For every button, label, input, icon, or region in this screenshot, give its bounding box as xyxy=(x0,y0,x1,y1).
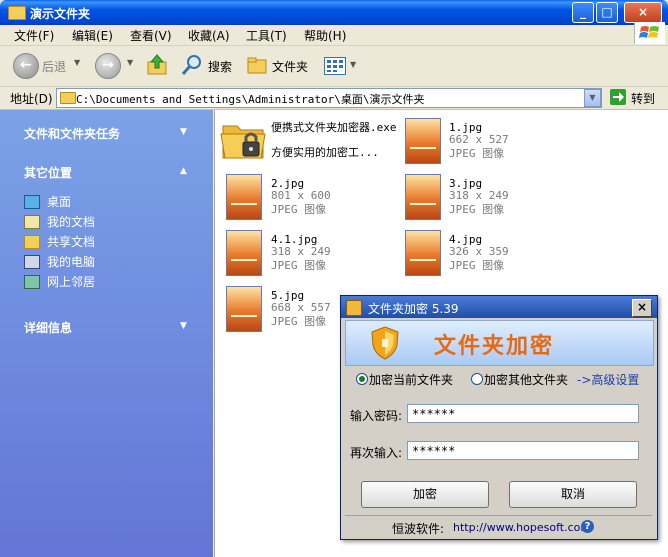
other-places-collapse-icon[interactable]: ▲ xyxy=(180,166,187,176)
tasks-section-title[interactable]: 文件和文件夹任务 xyxy=(24,125,120,142)
menubar: 文件(F) 编辑(E) 查看(V) 收藏(A) 工具(T) 帮助(H) xyxy=(0,25,668,46)
dialog-banner: 文件夹加密 xyxy=(345,320,654,366)
jpeg-file-icon[interactable] xyxy=(405,230,441,276)
advanced-settings-link[interactable]: ->高级设置 xyxy=(577,371,639,388)
jpeg-file-icon[interactable] xyxy=(226,230,262,276)
confirm-password-input[interactable]: ****** xyxy=(407,441,639,460)
menu-help[interactable]: 帮助(H) xyxy=(304,27,346,44)
place-my-documents[interactable]: 我的文档 xyxy=(47,213,95,230)
folder-icon xyxy=(8,6,26,20)
dialog-title: 文件夹加密 5.39 xyxy=(368,302,459,316)
search-button-label[interactable]: 搜索 xyxy=(208,58,232,75)
menu-file[interactable]: 文件(F) xyxy=(14,27,54,44)
menu-favorites[interactable]: 收藏(A) xyxy=(188,27,230,44)
file-description: 方便实用的加密工... xyxy=(271,146,379,159)
forward-arrow-icon[interactable]: → xyxy=(95,53,121,79)
search-icon[interactable] xyxy=(180,53,204,77)
network-places-icon xyxy=(24,275,40,289)
menu-tools[interactable]: 工具(T) xyxy=(246,27,287,44)
views-dropdown-icon[interactable]: ▼ xyxy=(350,60,356,69)
back-arrow-icon[interactable]: ← xyxy=(13,53,39,79)
dialog-close-button[interactable]: × xyxy=(632,299,652,317)
close-button[interactable]: × xyxy=(624,2,662,23)
menu-view[interactable]: 查看(V) xyxy=(130,27,172,44)
radio-encrypt-current-label[interactable]: 加密当前文件夹 xyxy=(369,371,453,388)
windows-logo-icon xyxy=(634,22,665,44)
banner-title: 文件夹加密 xyxy=(434,334,555,359)
address-dropdown-icon[interactable]: ▼ xyxy=(584,89,601,107)
footer-website-link[interactable]: http://www.hopesoft.com xyxy=(453,521,591,534)
go-button-label[interactable]: 转到 xyxy=(631,90,655,107)
my-documents-icon xyxy=(24,215,40,229)
address-folder-icon xyxy=(60,92,76,104)
folders-button-label[interactable]: 文件夹 xyxy=(272,58,308,75)
maximize-button[interactable]: □ xyxy=(596,2,618,23)
minimize-button[interactable]: _ xyxy=(572,2,594,23)
shield-icon xyxy=(370,326,400,360)
confirm-password-label: 再次输入: xyxy=(350,446,403,460)
address-path[interactable]: C:\Documents and Settings\Administrator\… xyxy=(76,91,425,107)
window-titlebar[interactable]: 演示文件夹 _ □ × xyxy=(0,0,668,25)
details-collapse-icon[interactable]: ▼ xyxy=(180,321,187,331)
radio-encrypt-current[interactable] xyxy=(356,373,368,385)
file-type: JPEG 图像 xyxy=(271,259,327,272)
folders-icon[interactable] xyxy=(246,55,268,75)
help-icon[interactable]: ? xyxy=(581,520,594,533)
tasks-collapse-icon[interactable]: ▼ xyxy=(180,127,187,137)
password-label: 输入密码: xyxy=(350,409,403,423)
toolbar: ← 后退 ▼ → ▼ 搜索 文件夹 ▼ xyxy=(0,46,668,87)
radio-encrypt-other-label[interactable]: 加密其他文件夹 xyxy=(484,371,568,388)
app-lock-icon xyxy=(346,300,362,316)
up-folder-icon[interactable] xyxy=(145,53,169,77)
go-arrow-icon[interactable] xyxy=(610,89,626,105)
cancel-button[interactable]: 取消 xyxy=(509,481,637,508)
other-places-title[interactable]: 其它位置 xyxy=(24,164,72,181)
footer-company-label: 恒波软件: xyxy=(392,522,445,536)
file-name[interactable]: 便携式文件夹加密器.exe xyxy=(271,119,397,135)
details-section-title[interactable]: 详细信息 xyxy=(24,319,72,336)
back-dropdown-icon[interactable]: ▼ xyxy=(74,58,80,67)
file-type: JPEG 图像 xyxy=(449,147,505,160)
encrypt-button[interactable]: 加密 xyxy=(361,481,489,508)
password-input[interactable]: ****** xyxy=(407,404,639,423)
shared-documents-icon xyxy=(24,235,40,249)
file-type: JPEG 图像 xyxy=(449,203,505,216)
radio-encrypt-other[interactable] xyxy=(471,373,483,385)
dialog-titlebar[interactable]: 文件夹加密 5.39 × xyxy=(341,296,657,318)
forward-dropdown-icon[interactable]: ▼ xyxy=(127,58,133,67)
desktop-icon xyxy=(24,195,40,209)
file-type: JPEG 图像 xyxy=(271,315,327,328)
place-network[interactable]: 网上邻居 xyxy=(47,273,95,290)
my-computer-icon xyxy=(24,255,40,269)
file-type: JPEG 图像 xyxy=(271,203,327,216)
dialog-divider xyxy=(345,515,652,516)
window-title: 演示文件夹 xyxy=(30,7,91,21)
place-shared-documents[interactable]: 共享文档 xyxy=(47,233,95,250)
address-label: 地址(D) xyxy=(10,92,53,106)
file-type: JPEG 图像 xyxy=(449,259,505,272)
jpeg-file-icon[interactable] xyxy=(405,174,441,220)
menu-edit[interactable]: 编辑(E) xyxy=(72,27,113,44)
back-button-label[interactable]: 后退 xyxy=(42,58,66,75)
place-desktop[interactable]: 桌面 xyxy=(47,193,71,210)
views-icon[interactable] xyxy=(324,57,346,75)
place-my-computer[interactable]: 我的电脑 xyxy=(47,253,95,270)
jpeg-file-icon[interactable] xyxy=(226,174,262,220)
lock-folder-exe-icon[interactable] xyxy=(219,114,267,162)
jpeg-file-icon[interactable] xyxy=(226,286,262,332)
jpeg-file-icon[interactable] xyxy=(405,118,441,164)
